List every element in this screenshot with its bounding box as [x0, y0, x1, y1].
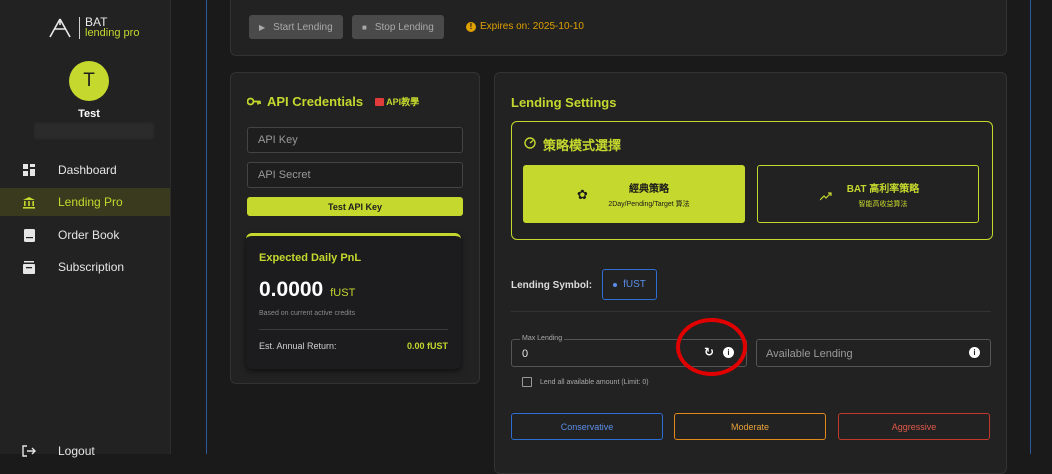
classic-strategy-button[interactable]: ✿ 經典策略 2Day/Pending/Target 算法 [523, 165, 745, 223]
gear-icon: ✿ [577, 187, 588, 202]
logout-icon [22, 444, 36, 458]
lending-settings-title: Lending Settings [511, 95, 617, 110]
conservative-button[interactable]: Conservative [511, 413, 663, 440]
pnl-card: Expected Daily PnL 0.0000 fUST Based on … [246, 233, 461, 369]
lending-symbol-value: fUST [623, 279, 646, 290]
moderate-button[interactable]: Moderate [674, 413, 826, 440]
sidebar-item-label: Dashboard [58, 163, 117, 177]
control-panel: ▶ Start Lending ■ Stop Lending ! Expires… [230, 0, 1007, 56]
user-name: Test [78, 108, 100, 120]
start-lending-button[interactable]: ▶ Start Lending [249, 15, 343, 39]
expiry-notice: ! Expires on: 2025-10-10 [466, 21, 584, 32]
strategy-title: 策略模式選擇 [543, 138, 622, 153]
api-title: API Credentials [267, 94, 364, 109]
sidebar-item-label: Order Book [58, 228, 120, 242]
bat-logo-icon [49, 18, 71, 38]
sidebar-item-lending-pro[interactable]: Lending Pro [0, 188, 170, 216]
sidebar-item-label: Subscription [58, 260, 125, 274]
test-api-key-button[interactable]: Test API Key [247, 197, 463, 216]
info-icon[interactable]: i [969, 347, 980, 358]
sidebar-item-subscription[interactable]: Subscription [0, 253, 170, 281]
classic-strategy-title: 經典策略 [628, 183, 669, 195]
high-yield-strategy-button[interactable]: BAT 高利率策略 智能高收益算法 [757, 165, 979, 223]
dashboard-icon [22, 163, 36, 177]
available-lending-placeholder: Available Lending [766, 348, 853, 360]
settings-divider [511, 311, 991, 312]
content-left-border [206, 0, 207, 454]
brand-text: BAT lending pro [79, 16, 140, 39]
aggressive-button[interactable]: Aggressive [838, 413, 990, 440]
pnl-note: Based on current active credits [259, 310, 356, 317]
api-tutorial-label: API教學 [386, 97, 420, 107]
annual-return-label: Est. Annual Return: [259, 341, 337, 351]
key-icon [246, 95, 261, 109]
high-yield-strategy-title: BAT 高利率策略 [846, 183, 920, 195]
classic-strategy-sub: 2Day/Pending/Target 算法 [608, 200, 690, 208]
play-icon: ▶ [259, 22, 266, 32]
start-lending-label: Start Lending [273, 21, 333, 33]
user-email-redacted [34, 123, 154, 139]
api-key-input[interactable]: API Key [247, 127, 463, 153]
lending-symbol-selector[interactable]: fUST [602, 269, 657, 300]
sidebar: BAT lending pro T Test Dashboard Lending… [0, 0, 171, 458]
lend-all-checkbox[interactable] [522, 377, 532, 387]
available-lending-field[interactable]: Available Lending i [756, 339, 991, 367]
max-lending-value: 0 [522, 348, 529, 360]
gauge-icon [524, 136, 536, 154]
high-yield-strategy-sub: 智能高收益算法 [858, 200, 908, 208]
strategy-header: 策略模式選擇 [524, 135, 621, 154]
api-header: API Credentials API教學 [246, 94, 419, 109]
logout-button[interactable]: Logout [0, 437, 170, 465]
strategy-selector: 策略模式選擇 ✿ 經典策略 2Day/Pending/Target 算法 BAT… [511, 121, 993, 240]
brand-subtitle: lending pro [85, 27, 140, 39]
api-secret-input[interactable]: API Secret [247, 162, 463, 188]
annotation-circle [676, 318, 747, 376]
stop-lending-label: Stop Lending [374, 21, 434, 33]
max-lending-label: Max Lending [520, 335, 565, 342]
stop-icon: ■ [362, 22, 367, 32]
book-icon [22, 228, 36, 242]
annual-return-value: 0.00 fUST [406, 341, 448, 351]
sidebar-item-order-book[interactable]: Order Book [0, 221, 170, 249]
book-red-icon [375, 97, 385, 106]
pnl-value: 0.0000 [259, 278, 324, 301]
dot-icon [613, 282, 618, 287]
logout-label: Logout [58, 444, 95, 458]
expiry-text: Expires on: 2025-10-10 [480, 21, 584, 32]
content-right-border [1030, 0, 1031, 454]
stop-lending-button[interactable]: ■ Stop Lending [352, 15, 444, 39]
avatar[interactable]: T [69, 61, 109, 101]
warning-icon: ! [466, 21, 476, 32]
sidebar-item-label: Lending Pro [58, 195, 123, 209]
pnl-title: Expected Daily PnL [259, 252, 362, 264]
subscription-icon [22, 260, 36, 274]
sidebar-item-dashboard[interactable]: Dashboard [0, 156, 170, 184]
lend-all-label: Lend all available amount (Limit: 0) [540, 378, 649, 386]
pnl-divider [259, 329, 448, 330]
bank-icon [22, 195, 36, 209]
pnl-unit: fUST [330, 287, 356, 299]
pnl-value-row: 0.0000 fUST [259, 278, 355, 302]
lending-symbol-label: Lending Symbol: [511, 280, 593, 291]
trend-up-icon [819, 188, 832, 206]
brand-logo[interactable]: BAT lending pro [47, 16, 140, 39]
api-tutorial-link[interactable]: API教學 [375, 95, 419, 108]
lend-all-row: Lend all available amount (Limit: 0) [522, 377, 649, 387]
